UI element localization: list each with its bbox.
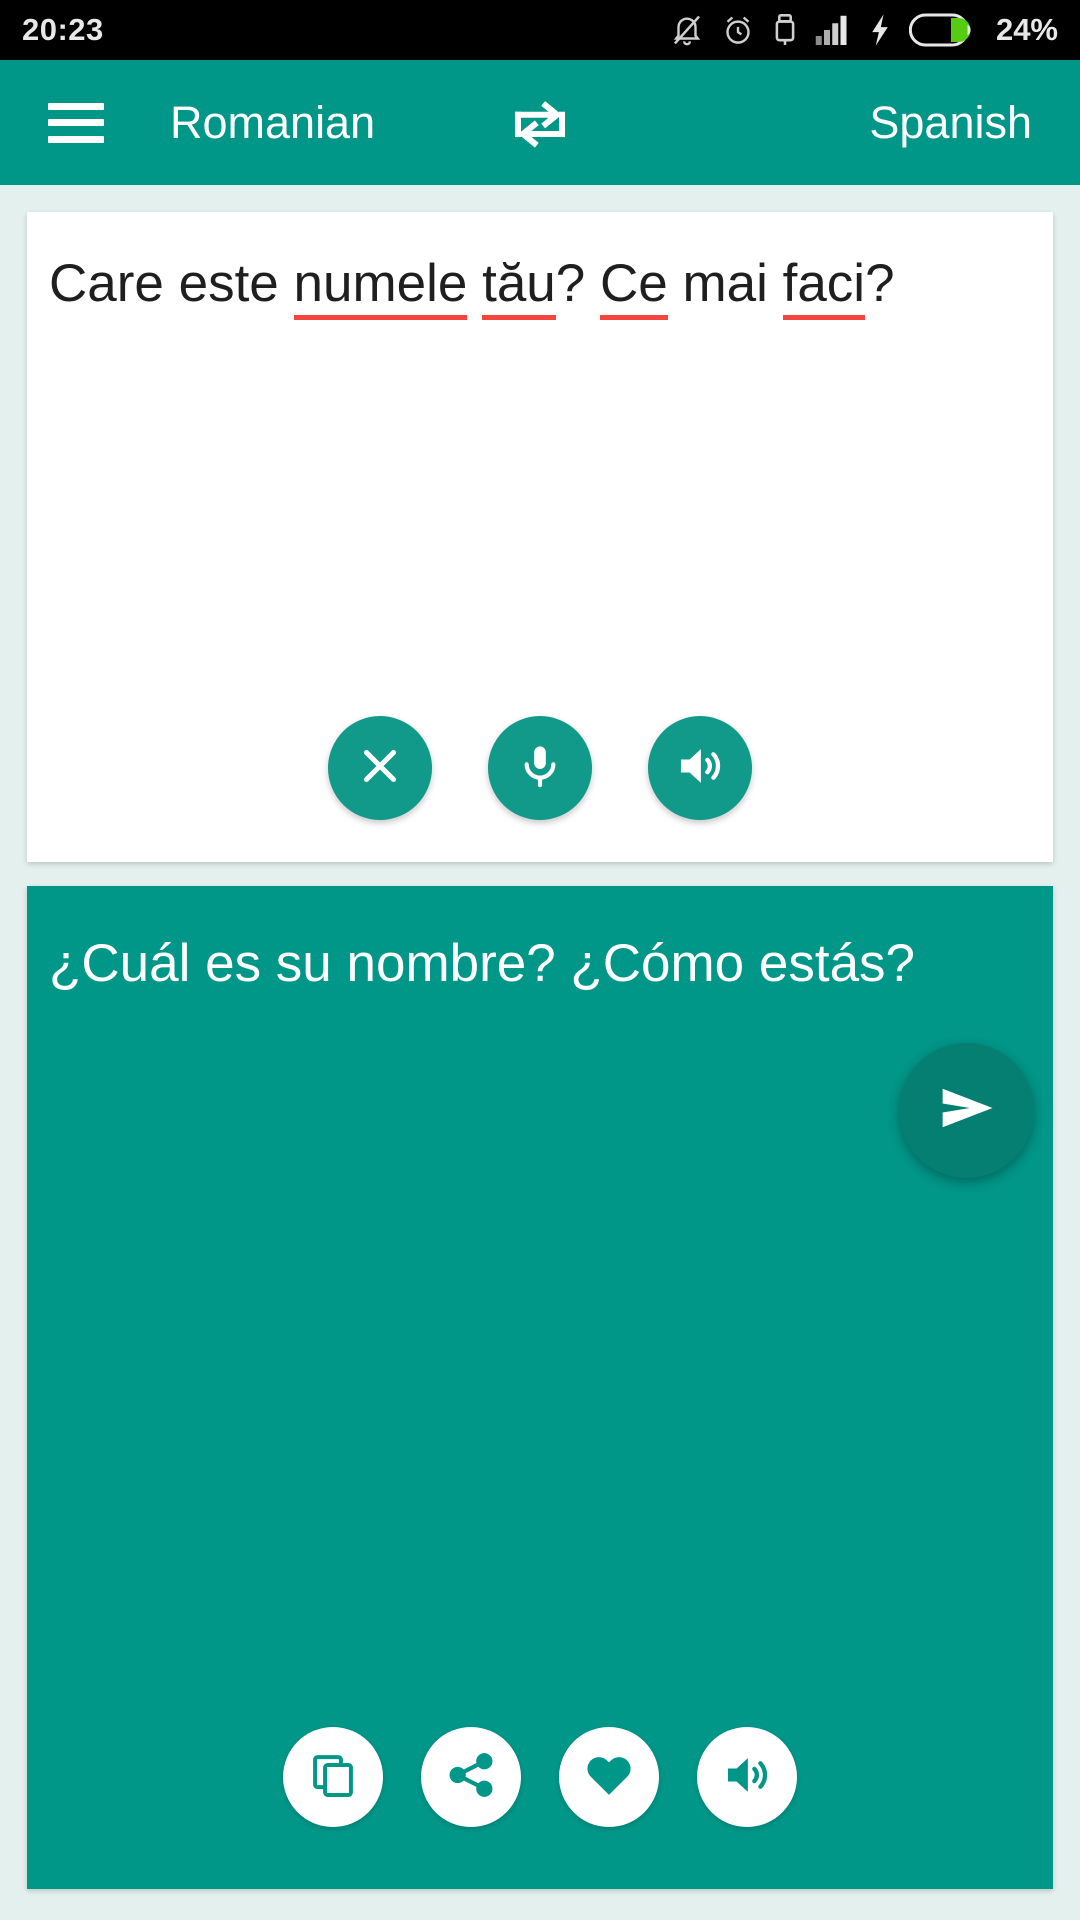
speaker-icon: [674, 740, 726, 797]
charging-bolt-icon: [868, 13, 892, 47]
source-panel: Care este numele tău? Ce mai faci?: [27, 212, 1053, 862]
alarm-clock-icon: [721, 12, 755, 48]
target-language-selector[interactable]: Spanish: [869, 97, 1032, 149]
speak-source-button[interactable]: [648, 716, 752, 820]
translated-text[interactable]: ¿Cuál es su nombre? ¿Cómo estás?: [27, 886, 1053, 997]
target-action-bar: [27, 1727, 1053, 1827]
source-action-bar: [27, 716, 1053, 820]
speaker-icon: [721, 1749, 773, 1806]
copy-icon: [308, 1750, 358, 1805]
usb-lock-icon: [772, 12, 798, 48]
send-button[interactable]: [899, 1043, 1034, 1178]
status-bar: 20:23 24%: [0, 0, 1080, 60]
app-bar: Romanian Spanish: [0, 60, 1080, 185]
status-icons: 24%: [670, 12, 1058, 48]
signal-bars-icon: [815, 13, 851, 47]
spellcheck-word: numele: [293, 254, 468, 320]
speak-target-button[interactable]: [697, 1727, 797, 1827]
copy-button[interactable]: [283, 1727, 383, 1827]
spellcheck-word: faci: [782, 254, 866, 320]
status-time: 20:23: [22, 12, 104, 47]
target-panel: ¿Cuál es su nombre? ¿Cómo estás?: [27, 886, 1053, 1889]
spellcheck-word: tău: [482, 254, 556, 320]
translation-content: Care este numele tău? Ce mai faci? ¿Cuál…: [0, 185, 1080, 1920]
battery-icon: [908, 13, 975, 47]
share-button[interactable]: [421, 1727, 521, 1827]
battery-percent: 24%: [995, 12, 1058, 47]
microphone-button[interactable]: [488, 716, 592, 820]
share-icon: [446, 1750, 496, 1805]
source-language-selector[interactable]: Romanian: [170, 97, 375, 149]
favorite-button[interactable]: [559, 1727, 659, 1827]
spellcheck-word: Ce: [599, 254, 668, 320]
swap-languages-icon[interactable]: [500, 83, 580, 163]
send-icon: [933, 1074, 1001, 1147]
silent-bell-icon: [670, 12, 704, 48]
microphone-icon: [515, 741, 565, 796]
source-text-input[interactable]: Care este numele tău? Ce mai faci?: [27, 212, 1053, 320]
heart-icon: [583, 1749, 635, 1806]
clear-button[interactable]: [328, 716, 432, 820]
close-x-icon: [355, 741, 405, 796]
hamburger-menu-icon[interactable]: [48, 102, 104, 143]
